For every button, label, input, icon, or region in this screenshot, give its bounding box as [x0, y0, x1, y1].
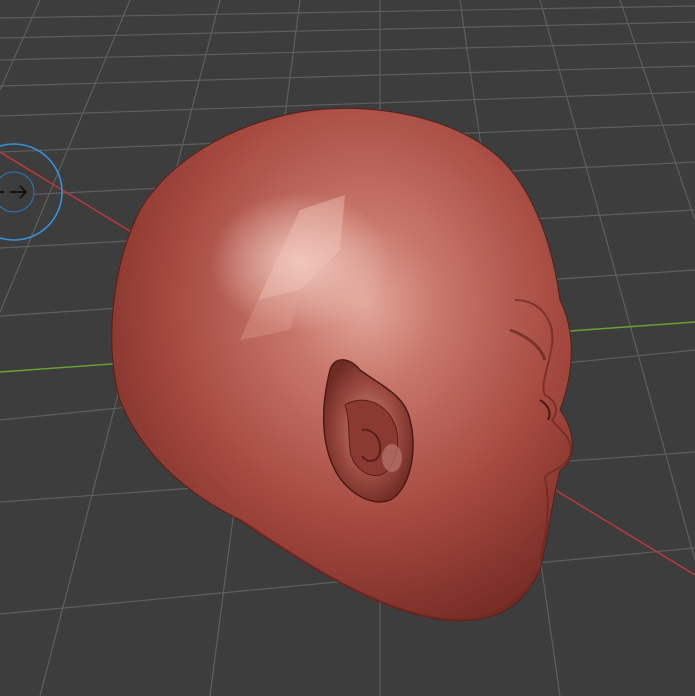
viewport-canvas[interactable] — [0, 0, 695, 696]
3d-viewport[interactable] — [0, 0, 695, 696]
sculpted-head-mesh[interactable] — [111, 107, 573, 622]
